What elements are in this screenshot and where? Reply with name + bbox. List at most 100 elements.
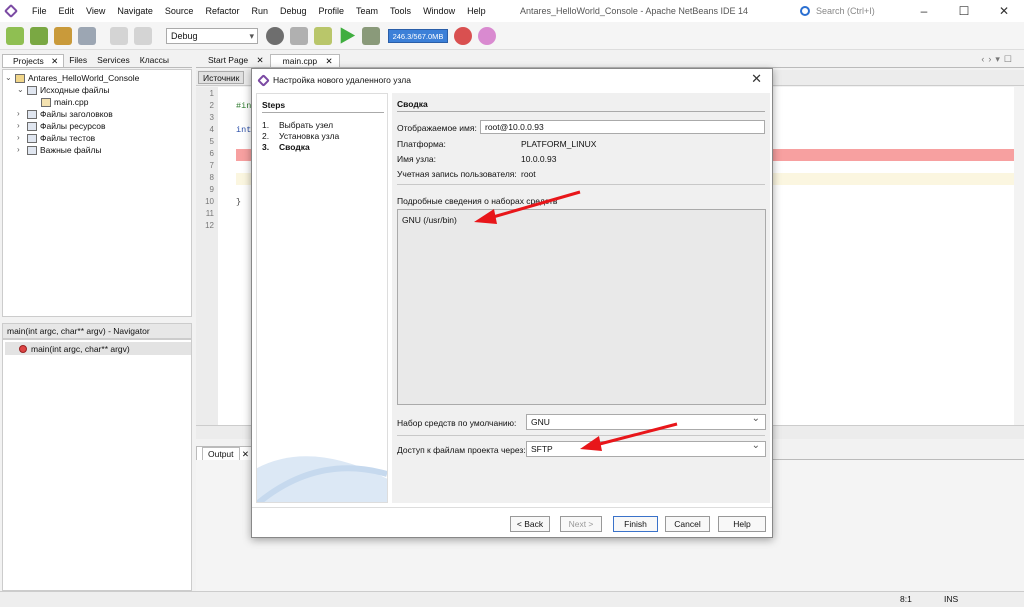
tab-main-cpp[interactable]: main.cpp ✕: [269, 54, 340, 67]
help-button[interactable]: Help: [718, 516, 766, 532]
line-number: 2: [209, 101, 214, 110]
user-label: Учетная запись пользователя:: [397, 169, 517, 179]
minimize-button[interactable]: –: [904, 0, 944, 22]
folder-icon: [27, 145, 37, 155]
toolsets-details[interactable]: GNU (/usr/bin): [397, 209, 766, 405]
debug-icon[interactable]: [362, 26, 380, 45]
access-label: Доступ к файлам проекта через:: [397, 445, 526, 455]
configuration-select[interactable]: Debug: [166, 27, 258, 44]
profile-project-icon[interactable]: [478, 26, 496, 45]
expand-icon[interactable]: ›: [17, 144, 27, 156]
new-project-icon[interactable]: [30, 26, 48, 45]
cancel-button[interactable]: Cancel: [665, 516, 710, 532]
divider: [397, 435, 765, 436]
main-toolbar: Debug 246.3/567.0MB: [0, 22, 1024, 50]
back-button[interactable]: < Back: [510, 516, 550, 532]
tree-main-cpp[interactable]: main.cpp: [41, 96, 89, 108]
expand-icon[interactable]: ›: [17, 120, 27, 132]
line-number: 4: [209, 125, 214, 134]
menu-navigate[interactable]: Navigate: [111, 0, 159, 22]
wizard-decoration-graphic: [257, 456, 387, 502]
menu-refactor[interactable]: Refactor: [199, 0, 245, 22]
navigator-panel: main(int argc, char** argv): [2, 339, 192, 591]
tree-source-files[interactable]: ⌄ Исходные файлы: [17, 84, 109, 96]
tab-start-page[interactable]: Start Page ✕: [196, 54, 270, 67]
close-icon[interactable]: ✕: [751, 71, 762, 87]
tab-services[interactable]: Services: [92, 54, 135, 67]
next-button[interactable]: Next >: [560, 516, 602, 532]
line-number: 6: [209, 149, 214, 158]
clean-build-icon[interactable]: [314, 26, 332, 45]
steps-header: Steps: [262, 100, 286, 110]
toolset-detail-text: GNU (/usr/bin): [402, 215, 457, 225]
display-name-field[interactable]: root@10.0.0.93: [480, 120, 765, 134]
new-file-icon[interactable]: [6, 26, 24, 45]
close-window-button[interactable]: ✕: [984, 0, 1024, 22]
menu-bar: File Edit View Navigate Source Refactor …: [26, 0, 492, 22]
summary-header: Сводка: [397, 99, 428, 109]
source-view-button[interactable]: Источник: [198, 71, 245, 84]
menu-edit[interactable]: Edit: [53, 0, 81, 22]
menu-debug[interactable]: Debug: [274, 0, 313, 22]
collapse-icon[interactable]: ⌄: [5, 72, 15, 84]
memory-indicator[interactable]: 246.3/567.0MB: [388, 28, 448, 43]
remote-host-icon[interactable]: [266, 26, 284, 45]
tab-output[interactable]: Output ✕: [196, 446, 256, 461]
tree-header-files[interactable]: › Файлы заголовков: [17, 108, 113, 120]
insert-mode: INS: [944, 594, 959, 604]
undo-icon[interactable]: [110, 26, 128, 45]
tree-project[interactable]: ⌄ Antares_HelloWorld_Console: [5, 72, 139, 84]
step-item-current: 3. Сводка: [262, 142, 310, 152]
menu-view[interactable]: View: [80, 0, 111, 22]
default-toolset-select[interactable]: GNU: [526, 412, 766, 430]
profile-icon[interactable]: [454, 26, 472, 45]
expand-icon[interactable]: ›: [17, 132, 27, 144]
cpp-file-icon: [41, 97, 51, 107]
tree-test-files[interactable]: › Файлы тестов: [17, 132, 95, 144]
finish-button[interactable]: Finish: [613, 516, 658, 532]
dialog-title: Настройка нового удаленного узла: [273, 75, 411, 85]
save-all-icon[interactable]: [78, 26, 96, 45]
netbeans-logo-icon: [257, 73, 270, 87]
line-number: 7: [209, 161, 214, 170]
tab-classes[interactable]: Классы: [135, 54, 174, 67]
build-icon[interactable]: [290, 26, 308, 45]
menu-file[interactable]: File: [26, 0, 53, 22]
dialog-title-bar: Настройка нового удаленного узла ✕: [252, 69, 772, 91]
tree-resource-files[interactable]: › Файлы ресурсов: [17, 120, 106, 132]
divider: [252, 507, 772, 508]
wizard-steps-panel: Steps 1. Выбрать узел 2. Установка узла …: [256, 93, 388, 503]
redo-icon[interactable]: [134, 26, 152, 45]
maximize-button[interactable]: ☐: [944, 0, 984, 22]
editor-tab-navigation[interactable]: ‹›▾☐: [981, 54, 1016, 65]
menu-run[interactable]: Run: [245, 0, 274, 22]
folder-icon: [27, 133, 37, 143]
divider: [262, 112, 384, 113]
expand-icon[interactable]: ›: [17, 108, 27, 120]
function-icon: [19, 344, 27, 353]
navigator-item[interactable]: main(int argc, char** argv): [5, 342, 191, 355]
line-number: 10: [205, 197, 214, 206]
line-number: 12: [205, 221, 214, 230]
tab-projects[interactable]: Projects ✕: [2, 54, 65, 67]
editor-error-stripe[interactable]: [1014, 87, 1024, 425]
menu-source[interactable]: Source: [159, 0, 200, 22]
code-int: int: [236, 125, 252, 135]
code-brace: }: [236, 197, 242, 207]
file-access-select[interactable]: SFTP: [526, 439, 766, 457]
tree-project-label: Antares_HelloWorld_Console: [28, 73, 140, 83]
tab-files[interactable]: Files: [64, 54, 92, 67]
title-bar: File Edit View Navigate Source Refactor …: [0, 0, 1024, 22]
run-icon[interactable]: [340, 27, 356, 44]
collapse-icon[interactable]: ⌄: [17, 84, 27, 96]
menu-tools[interactable]: Tools: [384, 0, 417, 22]
menu-window[interactable]: Window: [417, 0, 461, 22]
menu-help[interactable]: Help: [461, 0, 492, 22]
tree-important-files[interactable]: › Важные файлы: [17, 144, 102, 156]
line-number-gutter: 1 2 3 4 5 6 7 8 9 10 11 12: [196, 87, 218, 425]
step-item: 2. Установка узла: [262, 131, 340, 141]
menu-team[interactable]: Team: [350, 0, 384, 22]
open-project-icon[interactable]: [54, 26, 72, 45]
window-controls: – ☐ ✕: [904, 0, 1024, 22]
menu-profile[interactable]: Profile: [313, 0, 351, 22]
